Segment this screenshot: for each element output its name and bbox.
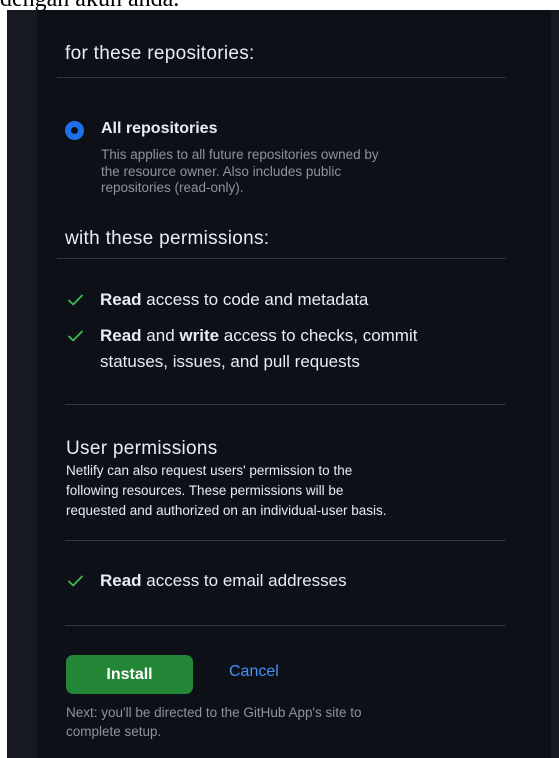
app-frame	[7, 10, 559, 758]
permission-level: Read	[100, 290, 142, 309]
desc-line: Netlify can also request users' permissi…	[66, 463, 353, 478]
permissions-heading: with these permissions:	[65, 228, 270, 249]
note-line: Next: you'll be directed to the GitHub A…	[66, 705, 362, 720]
cancel-link[interactable]: Cancel	[229, 663, 279, 681]
divider	[65, 625, 506, 626]
permission-item: Read and write access to checks, commit …	[100, 323, 417, 375]
all-repositories-description: This applies to all future repositories …	[101, 147, 379, 197]
all-repositories-label[interactable]: All repositories	[101, 120, 217, 138]
permission-level: write	[179, 326, 220, 345]
user-permissions-description: Netlify can also request users' permissi…	[66, 461, 386, 521]
permission-level: Read	[100, 571, 142, 590]
repositories-heading: for these repositories:	[65, 43, 255, 64]
permission-text: access to code and metadata	[141, 290, 369, 309]
divider	[65, 540, 506, 541]
desc-line: following resources. These permissions w…	[66, 483, 344, 498]
next-step-note: Next: you'll be directed to the GitHub A…	[66, 703, 362, 741]
user-permissions-heading: User permissions	[66, 438, 218, 459]
check-icon	[68, 575, 83, 587]
permission-text: access to checks, commit	[219, 326, 418, 345]
note-line: complete setup.	[66, 724, 162, 739]
desc-line: the resource owner. Also includes public	[101, 163, 342, 179]
permission-text: and	[141, 326, 180, 345]
install-button[interactable]: Install	[66, 655, 193, 694]
divider	[57, 77, 506, 78]
divider	[65, 404, 506, 405]
check-icon	[68, 330, 83, 342]
desc-line: requested and authorized on an individua…	[66, 503, 387, 518]
desc-line: This applies to all future repositories …	[101, 147, 379, 162]
all-repositories-radio[interactable]	[65, 121, 84, 140]
permission-text: statuses, issues, and pull requests	[100, 352, 360, 371]
check-icon	[68, 294, 83, 306]
permission-text: access to email addresses	[141, 571, 347, 590]
user-permission-item: Read access to email addresses	[100, 568, 347, 593]
permission-item: Read access to code and metadata	[100, 287, 368, 312]
divider	[57, 258, 506, 259]
permission-level: Read	[100, 326, 142, 345]
desc-line: repositories (read-only).	[101, 180, 244, 195]
